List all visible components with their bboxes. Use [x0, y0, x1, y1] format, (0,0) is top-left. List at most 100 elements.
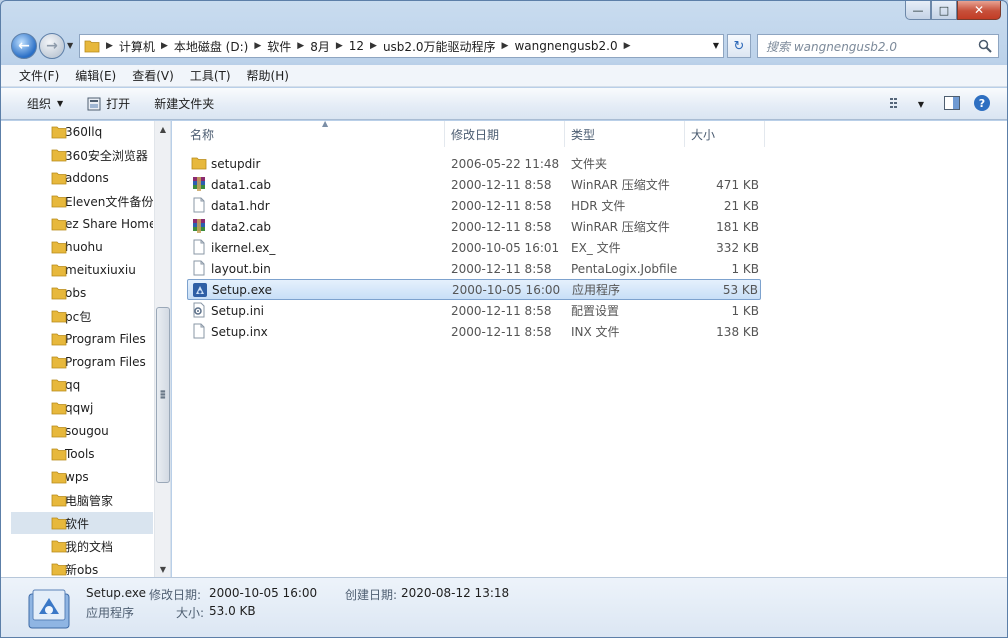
- chevron-right-icon[interactable]: ▶: [252, 41, 263, 51]
- tree-item-label: 我的文档: [65, 539, 114, 554]
- window-controls: — □ ✕: [905, 1, 1001, 20]
- menu-item[interactable]: 工具(T): [182, 67, 239, 84]
- change-view-button[interactable]: [883, 92, 913, 116]
- tree-item[interactable]: pc包: [11, 305, 153, 327]
- file-row[interactable]: data1.hdr 2000-12-11 8:58 HDR 文件 21 KB: [187, 195, 761, 216]
- chevron-right-icon[interactable]: ▶: [368, 41, 379, 51]
- chevron-right-icon[interactable]: ▶: [159, 41, 170, 51]
- file-type: WinRAR 压缩文件: [571, 178, 670, 192]
- chevron-right-icon[interactable]: ▶: [334, 41, 345, 51]
- tree-item[interactable]: sougou: [11, 420, 153, 442]
- nav-scrollbar[interactable]: ▲ ▬ ▬ ▬ ▼: [154, 121, 170, 577]
- file-name: data1.cab: [211, 177, 272, 192]
- open-button[interactable]: 打开: [75, 90, 142, 118]
- column-header-type[interactable]: 类型: [565, 121, 685, 147]
- scroll-up-arrow[interactable]: ▲: [155, 121, 170, 137]
- tree-item[interactable]: qq: [11, 374, 153, 396]
- file-row[interactable]: Setup.ini 2000-12-11 8:58 配置设置 1 KB: [187, 300, 761, 321]
- file-row[interactable]: setupdir 2006-05-22 11:48 文件夹: [187, 153, 761, 174]
- column-header-size[interactable]: 大小: [685, 121, 765, 147]
- chevron-down-icon[interactable]: ▼: [713, 41, 719, 50]
- details-size-label: 大小:: [176, 606, 205, 620]
- menu-item[interactable]: 查看(V): [124, 67, 182, 84]
- new-folder-button[interactable]: 新建文件夹: [142, 90, 226, 118]
- chevron-right-icon[interactable]: ▶: [104, 41, 115, 51]
- tree-item[interactable]: wps: [11, 466, 153, 488]
- scroll-down-arrow[interactable]: ▼: [155, 561, 170, 577]
- chevron-right-icon[interactable]: ▶: [622, 41, 633, 51]
- breadcrumb-item[interactable]: 8月: [306, 38, 334, 55]
- search-icon[interactable]: [978, 39, 992, 56]
- minimize-button[interactable]: —: [905, 1, 931, 20]
- tree-item[interactable]: qqwj: [11, 397, 153, 419]
- file-size: 53 KB: [722, 282, 758, 297]
- preview-pane-icon: [944, 95, 960, 113]
- file-icon: [191, 323, 207, 339]
- file-row[interactable]: layout.bin 2000-12-11 8:58 PentaLogix.Jobf…: [187, 258, 761, 279]
- menu-bar: 文件(F) 编辑(E) 查看(V) 工具(T) 帮助(H): [1, 65, 1007, 87]
- menu-item[interactable]: 编辑(E): [67, 67, 124, 84]
- back-button[interactable]: ←: [11, 33, 37, 59]
- folder-icon: [51, 378, 67, 395]
- tree-item-label: pc包: [65, 309, 92, 324]
- tree-item[interactable]: 360llq: [11, 121, 153, 143]
- organize-label: 组织: [27, 97, 52, 111]
- view-options-dropdown[interactable]: ▼: [913, 92, 929, 116]
- menu-item[interactable]: 文件(F): [11, 67, 67, 84]
- file-row[interactable]: Setup.exe 2000-10-05 16:00 应用程序 53 KB: [187, 279, 761, 300]
- chevron-right-icon[interactable]: ▶: [500, 41, 511, 51]
- details-created-label: 创建日期:: [345, 588, 398, 602]
- tree-item-label: 360安全浏览器: [65, 148, 148, 163]
- tree-item-label: meituxiuxiu: [65, 263, 136, 277]
- tree-item[interactable]: addons: [11, 167, 153, 189]
- breadcrumb: 计算机 ▶ 本地磁盘 (D:) ▶ 软件 ▶ 8月 ▶ 12 ▶ usb2.0万能驱动程序 ▶ wang…: [115, 38, 633, 55]
- tree-item[interactable]: Tools: [11, 443, 153, 465]
- file-row[interactable]: data1.cab 2000-12-11 8:58 WinRAR 压缩文件 471 K…: [187, 174, 761, 195]
- tree-item[interactable]: 新obs: [11, 558, 153, 577]
- folder-icon: [51, 355, 67, 372]
- breadcrumb-item[interactable]: 计算机: [115, 38, 159, 55]
- organize-button[interactable]: 组织 ▼: [15, 90, 75, 118]
- arrow-left-icon: ←: [18, 38, 30, 54]
- folder-icon: [51, 148, 67, 165]
- svg-text:?: ?: [979, 97, 985, 110]
- tree-item[interactable]: 我的文档: [11, 535, 153, 557]
- help-button[interactable]: ?: [967, 92, 997, 116]
- tree-item[interactable]: huohu: [11, 236, 153, 258]
- breadcrumb-item[interactable]: wangnengusb2.0: [510, 39, 621, 53]
- forward-button[interactable]: →: [39, 33, 65, 59]
- recent-pages-dropdown[interactable]: ▼: [67, 41, 73, 50]
- breadcrumb-item[interactable]: 本地磁盘 (D:): [170, 38, 252, 55]
- search-input[interactable]: 搜索 wangnengusb2.0: [757, 34, 999, 58]
- breadcrumb-item[interactable]: 12: [345, 39, 368, 53]
- tree-item-label: Tools: [65, 447, 95, 461]
- preview-pane-button[interactable]: [937, 92, 967, 116]
- file-row[interactable]: data2.cab 2000-12-11 8:58 WinRAR 压缩文件 181 K…: [187, 216, 761, 237]
- file-row[interactable]: Setup.inx 2000-12-11 8:58 INX 文件 138 KB: [187, 321, 761, 342]
- refresh-button[interactable]: ↻: [727, 34, 751, 58]
- file-row[interactable]: ikernel.ex_ 2000-10-05 16:01 EX_ 文件 332 KB: [187, 237, 761, 258]
- tree-item[interactable]: meituxiuxiu: [11, 259, 153, 281]
- column-header-name[interactable]: 名称 ▲: [184, 119, 445, 147]
- tree-item[interactable]: Program Files: [11, 328, 153, 350]
- maximize-button[interactable]: □: [931, 1, 957, 20]
- tree-item[interactable]: 软件: [11, 512, 153, 534]
- menu-item[interactable]: 帮助(H): [239, 67, 297, 84]
- breadcrumb-item[interactable]: usb2.0万能驱动程序: [379, 38, 500, 55]
- chevron-right-icon[interactable]: ▶: [295, 41, 306, 51]
- details-modified-label: 修改日期:: [149, 588, 202, 602]
- column-header-date[interactable]: 修改日期: [445, 121, 565, 147]
- tree-item[interactable]: ez Share Home: [11, 213, 153, 235]
- breadcrumb-item[interactable]: 软件: [263, 38, 295, 55]
- close-button[interactable]: ✕: [957, 1, 1001, 20]
- command-bar: 组织 ▼ 打开 新建文件夹 ▼ ?: [1, 88, 1007, 120]
- tree-item[interactable]: Eleven文件备份: [11, 190, 153, 212]
- tree-item-label: 电脑管家: [65, 493, 114, 508]
- details-modified-value: 2000-10-05 16:00: [209, 586, 318, 600]
- tree-item[interactable]: 电脑管家: [11, 489, 153, 511]
- tree-item[interactable]: obs: [11, 282, 153, 304]
- tree-item[interactable]: 360安全浏览器: [11, 144, 153, 166]
- address-bar[interactable]: ▶ 计算机 ▶ 本地磁盘 (D:) ▶ 软件 ▶ 8月 ▶ 12 ▶ usb2.0万能驱动程序 ▶ wa…: [79, 34, 724, 58]
- tree-item[interactable]: Program Files: [11, 351, 153, 373]
- scrollbar-thumb[interactable]: ▬ ▬ ▬: [156, 307, 170, 483]
